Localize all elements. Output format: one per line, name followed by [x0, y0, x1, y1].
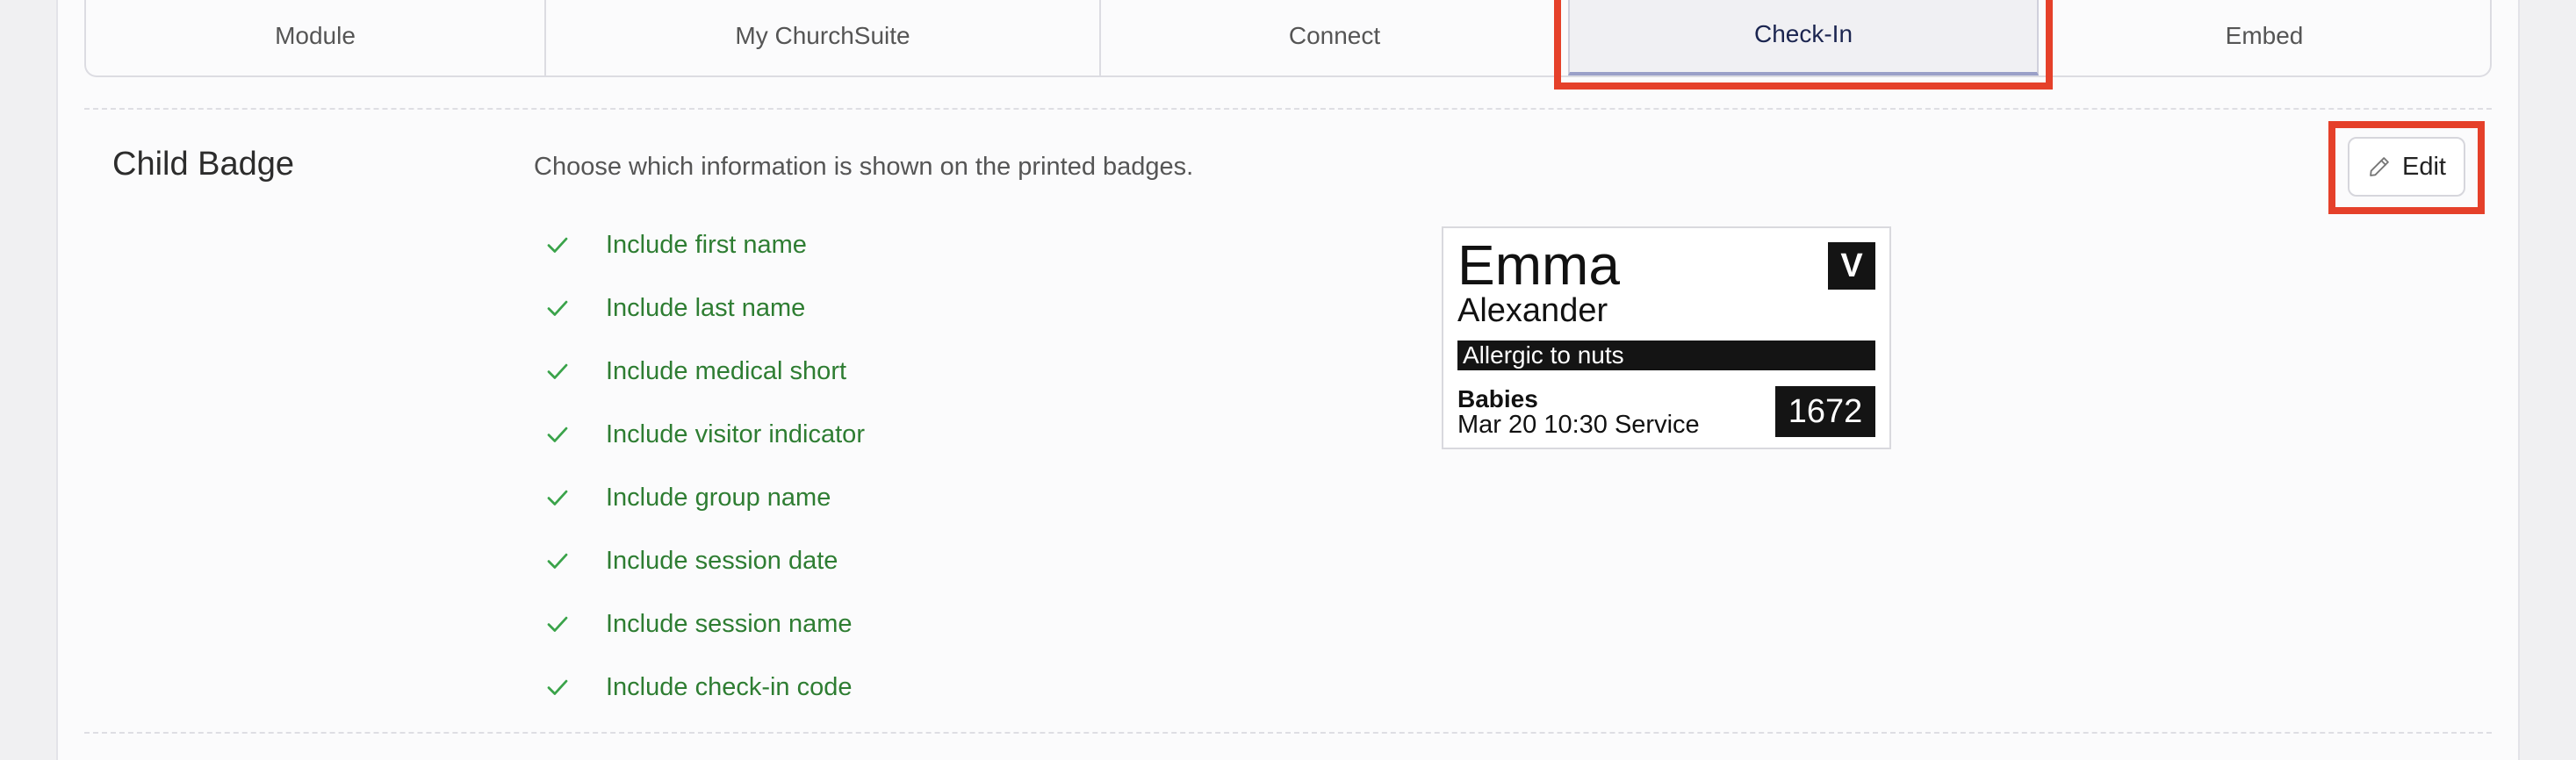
badge-visitor-indicator: V [1828, 242, 1875, 290]
option-label: Include medical short [606, 356, 847, 385]
check-icon [547, 427, 568, 442]
section-top-divider [84, 108, 2492, 110]
check-icon [547, 616, 568, 632]
badge-first-name: Emma [1457, 233, 1620, 297]
badge-medical-note: Allergic to nuts [1457, 341, 1875, 370]
check-icon [547, 300, 568, 316]
option-label: Include first name [606, 230, 807, 259]
option-session-date: Include session date [544, 539, 838, 583]
tab-my-churchsuite-label: My ChurchSuite [735, 22, 910, 49]
badge-preview: Emma Alexander V Allergic to nuts Babies… [1442, 226, 1891, 449]
tab-connect-label: Connect [1288, 22, 1381, 49]
tab-embed-label: Embed [2225, 22, 2304, 49]
section-title: Child Badge [112, 146, 295, 183]
pencil-icon [2370, 157, 2389, 176]
option-last-name: Include last name [544, 286, 805, 330]
settings-tabs: Module My ChurchSuite Connect Check-In E… [84, 0, 2492, 77]
tab-connect[interactable]: Connect [1101, 0, 1568, 75]
option-label: Include group name [606, 483, 831, 512]
edit-button[interactable]: Edit [2348, 137, 2465, 197]
check-icon [547, 363, 568, 379]
check-icon [547, 679, 568, 695]
settings-panel [56, 0, 2520, 760]
tab-my-churchsuite[interactable]: My ChurchSuite [546, 0, 1101, 75]
option-check-in-code: Include check-in code [544, 665, 853, 709]
option-label: Include session date [606, 546, 838, 575]
option-group-name: Include group name [544, 476, 831, 520]
check-icon [547, 237, 568, 253]
badge-session: Mar 20 10:30 Service [1457, 411, 1700, 439]
option-label: Include check-in code [606, 672, 853, 701]
edit-button-label: Edit [2402, 152, 2446, 181]
badge-last-name: Alexander [1457, 292, 1608, 329]
tab-module-label: Module [275, 22, 356, 49]
tab-module[interactable]: Module [86, 0, 546, 75]
tab-check-in[interactable]: Check-In [1568, 0, 2039, 75]
check-icon [547, 490, 568, 505]
section-description: Choose which information is shown on the… [534, 153, 1194, 181]
option-session-name: Include session name [544, 602, 853, 646]
option-visitor-indicator: Include visitor indicator [544, 412, 865, 456]
check-icon [547, 553, 568, 569]
badge-check-in-code: 1672 [1775, 386, 1875, 437]
tab-check-in-label: Check-In [1753, 20, 1853, 47]
section-bottom-divider [84, 732, 2492, 734]
badge-group-name: Babies [1457, 385, 1538, 412]
option-label: Include visitor indicator [606, 419, 865, 448]
option-label: Include session name [606, 609, 853, 638]
option-first-name: Include first name [544, 223, 807, 267]
option-medical-short: Include medical short [544, 349, 846, 393]
option-label: Include last name [606, 293, 806, 322]
tab-embed[interactable]: Embed [2039, 0, 2490, 75]
